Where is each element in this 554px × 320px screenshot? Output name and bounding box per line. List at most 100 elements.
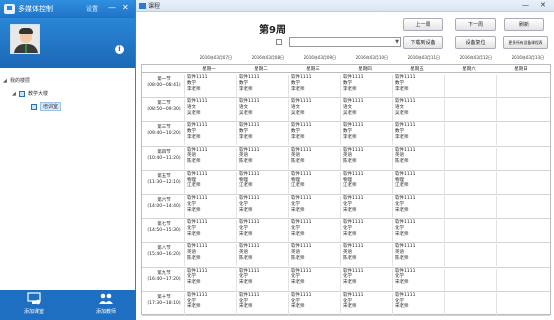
schedule-cell[interactable] bbox=[496, 292, 546, 315]
tree-node-room[interactable]: 培训室 bbox=[0, 100, 135, 113]
schedule-cell[interactable]: 软件1111 化学 宋老师 bbox=[288, 268, 338, 291]
schedule-cell[interactable]: 软件1111 化学 宋老师 bbox=[236, 220, 286, 243]
close-button[interactable]: ✕ bbox=[540, 1, 546, 9]
minimize-button[interactable]: — bbox=[108, 3, 116, 13]
info-icon[interactable]: i bbox=[115, 45, 124, 54]
schedule-cell[interactable] bbox=[444, 75, 494, 97]
schedule-cell[interactable] bbox=[496, 220, 546, 243]
device-select[interactable]: ▼ bbox=[289, 37, 401, 47]
teacher-name: 宋老师 bbox=[291, 207, 305, 213]
expand-arrow-icon[interactable]: ◢ bbox=[12, 91, 19, 97]
schedule-cell[interactable]: 软件1111 化学 宋老师 bbox=[184, 220, 234, 243]
schedule-cell[interactable] bbox=[444, 292, 494, 315]
schedule-cell[interactable]: 软件1111 化学 宋老师 bbox=[392, 220, 442, 243]
schedule-cell[interactable]: 软件1111 英语 陈老师 bbox=[392, 147, 442, 170]
schedule-cell[interactable]: 软件1111 英语 陈老师 bbox=[288, 147, 338, 170]
schedule-cell[interactable]: 软件1111 物理 江老师 bbox=[288, 171, 338, 194]
schedule-cell[interactable] bbox=[496, 147, 546, 170]
schedule-cell[interactable]: 软件1111 物理 江老师 bbox=[392, 171, 442, 194]
schedule-cell[interactable] bbox=[496, 75, 546, 97]
schedule-cell[interactable]: 软件1111 物理 江老师 bbox=[340, 171, 390, 194]
schedule-cell[interactable]: 软件1111 数学 李老师 bbox=[392, 123, 442, 146]
schedule-cell[interactable]: 软件1111 化学 宋老师 bbox=[288, 196, 338, 218]
schedule-cell[interactable]: 软件1111 化学 宋老师 bbox=[340, 268, 390, 291]
schedule-cell[interactable]: 软件1111 语文 吴老师 bbox=[184, 99, 234, 122]
close-button[interactable]: ✕ bbox=[122, 3, 129, 13]
schedule-cell[interactable]: 软件1111 数学 李老师 bbox=[392, 75, 442, 97]
schedule-cell[interactable]: 软件1111 数学 李老师 bbox=[288, 123, 338, 146]
schedule-cell[interactable] bbox=[444, 99, 494, 122]
schedule-cell[interactable]: 软件1111 数学 李老师 bbox=[340, 123, 390, 146]
select-all-checkbox[interactable] bbox=[276, 39, 282, 45]
schedule-cell[interactable]: 软件1111 数学 李老师 bbox=[288, 75, 338, 97]
schedule-cell[interactable] bbox=[444, 244, 494, 267]
tree-node-building[interactable]: ◢ 教学大楼 bbox=[0, 87, 135, 100]
download-to-device-button[interactable]: 下载到设备 bbox=[403, 36, 443, 49]
schedule-cell[interactable]: 软件1111 化学 宋老师 bbox=[184, 196, 234, 218]
schedule-cell[interactable]: 软件1111 英语 陈老师 bbox=[184, 147, 234, 170]
schedule-cell[interactable] bbox=[496, 196, 546, 218]
schedule-cell[interactable] bbox=[444, 147, 494, 170]
tree-node-floor[interactable]: ◢ 我的楼层 bbox=[0, 74, 135, 87]
prev-week-button[interactable]: 上一周 bbox=[403, 18, 443, 31]
schedule-cell[interactable]: 软件1111 语文 吴老师 bbox=[392, 99, 442, 122]
schedule-cell[interactable]: 软件1111 英语 陈老师 bbox=[340, 147, 390, 170]
schedule-cell[interactable] bbox=[496, 99, 546, 122]
schedule-cell[interactable]: 软件1111 化学 宋老师 bbox=[392, 292, 442, 315]
schedule-cell[interactable]: 软件1111 物理 江老师 bbox=[184, 171, 234, 194]
device-reset-button[interactable]: 设备复位 bbox=[455, 36, 496, 49]
schedule-cell[interactable]: 软件1111 英语 陈老师 bbox=[392, 244, 442, 267]
schedule-cell[interactable]: 软件1111 数学 李老师 bbox=[236, 75, 286, 97]
schedule-cell[interactable]: 软件1111 数学 李老师 bbox=[184, 123, 234, 146]
schedule-cell[interactable]: 软件1111 化学 宋老师 bbox=[340, 196, 390, 218]
schedule-cell[interactable]: 软件1111 英语 陈老师 bbox=[236, 244, 286, 267]
schedule-cell[interactable]: 软件1111 化学 宋老师 bbox=[236, 268, 286, 291]
refresh-button[interactable]: 刷新 bbox=[504, 18, 544, 31]
schedule-cell[interactable] bbox=[444, 220, 494, 243]
schedule-cell[interactable]: 软件1111 数学 李老师 bbox=[236, 123, 286, 146]
schedule-cell[interactable]: 软件1111 数学 李老师 bbox=[340, 75, 390, 97]
schedule-cell[interactable]: 软件1111 化学 宋老师 bbox=[236, 292, 286, 315]
schedule-cell[interactable]: 软件1111 化学 宋老师 bbox=[184, 268, 234, 291]
schedule-cell[interactable]: 软件1111 化学 宋老师 bbox=[340, 292, 390, 315]
period-label: 第三节 (09:40~10:20) bbox=[144, 125, 184, 137]
schedule-cell[interactable]: 软件1111 英语 陈老师 bbox=[340, 244, 390, 267]
schedule-cell[interactable]: 软件1111 化学 宋老师 bbox=[392, 268, 442, 291]
schedule-cell[interactable]: 软件1111 化学 宋老师 bbox=[392, 196, 442, 218]
schedule-cell[interactable]: 软件1111 数学 李老师 bbox=[184, 75, 234, 97]
schedule-cell[interactable] bbox=[444, 268, 494, 291]
add-classroom-button[interactable]: 添加课室 bbox=[14, 292, 54, 315]
schedule-cell[interactable]: 软件1111 化学 宋老师 bbox=[184, 292, 234, 315]
schedule-cell[interactable] bbox=[496, 268, 546, 291]
schedule-cell[interactable] bbox=[444, 196, 494, 218]
schedule-cell[interactable] bbox=[444, 171, 494, 194]
schedule-cell[interactable] bbox=[496, 171, 546, 194]
schedule-cell[interactable]: 软件1111 英语 陈老师 bbox=[184, 244, 234, 267]
teacher-name: 吴老师 bbox=[291, 110, 305, 116]
schedule-cell[interactable]: 软件1111 化学 宋老师 bbox=[288, 292, 338, 315]
teacher-name: 宋老师 bbox=[187, 304, 201, 310]
schedule-cell[interactable]: 软件1111 化学 宋老师 bbox=[340, 220, 390, 243]
add-teacher-button[interactable]: 添加教师 bbox=[86, 292, 126, 315]
expand-arrow-icon[interactable]: ◢ bbox=[3, 78, 10, 84]
schedule-cell[interactable]: 软件1111 物理 江老师 bbox=[236, 171, 286, 194]
set-all-devices-button[interactable]: 更多所有设备课程表 bbox=[503, 36, 548, 49]
schedule-cell[interactable] bbox=[444, 123, 494, 146]
settings-link[interactable]: 设置 bbox=[86, 4, 98, 13]
schedule-cell[interactable]: 软件1111 化学 宋老师 bbox=[288, 220, 338, 243]
minimize-button[interactable]: — bbox=[522, 1, 529, 9]
schedule-cell[interactable]: 软件1111 英语 陈老师 bbox=[236, 147, 286, 170]
schedule-cell[interactable] bbox=[496, 123, 546, 146]
chevron-down-icon[interactable]: ▼ bbox=[395, 39, 399, 45]
window-title: 课程 bbox=[148, 3, 161, 10]
schedule-cell[interactable] bbox=[496, 244, 546, 267]
schedule-cell[interactable]: 软件1111 语文 吴老师 bbox=[288, 99, 338, 122]
next-week-button[interactable]: 下一周 bbox=[455, 18, 496, 31]
period-time: (08:50~09:30) bbox=[147, 107, 181, 113]
schedule-cell[interactable]: 软件1111 语文 吴老师 bbox=[236, 99, 286, 122]
schedule-cell[interactable]: 软件1111 语文 吴老师 bbox=[340, 99, 390, 122]
teacher-name: 陈老师 bbox=[239, 159, 253, 165]
avatar[interactable] bbox=[10, 24, 40, 54]
schedule-cell[interactable]: 软件1111 化学 宋老师 bbox=[236, 196, 286, 218]
schedule-cell[interactable]: 软件1111 英语 陈老师 bbox=[288, 244, 338, 267]
